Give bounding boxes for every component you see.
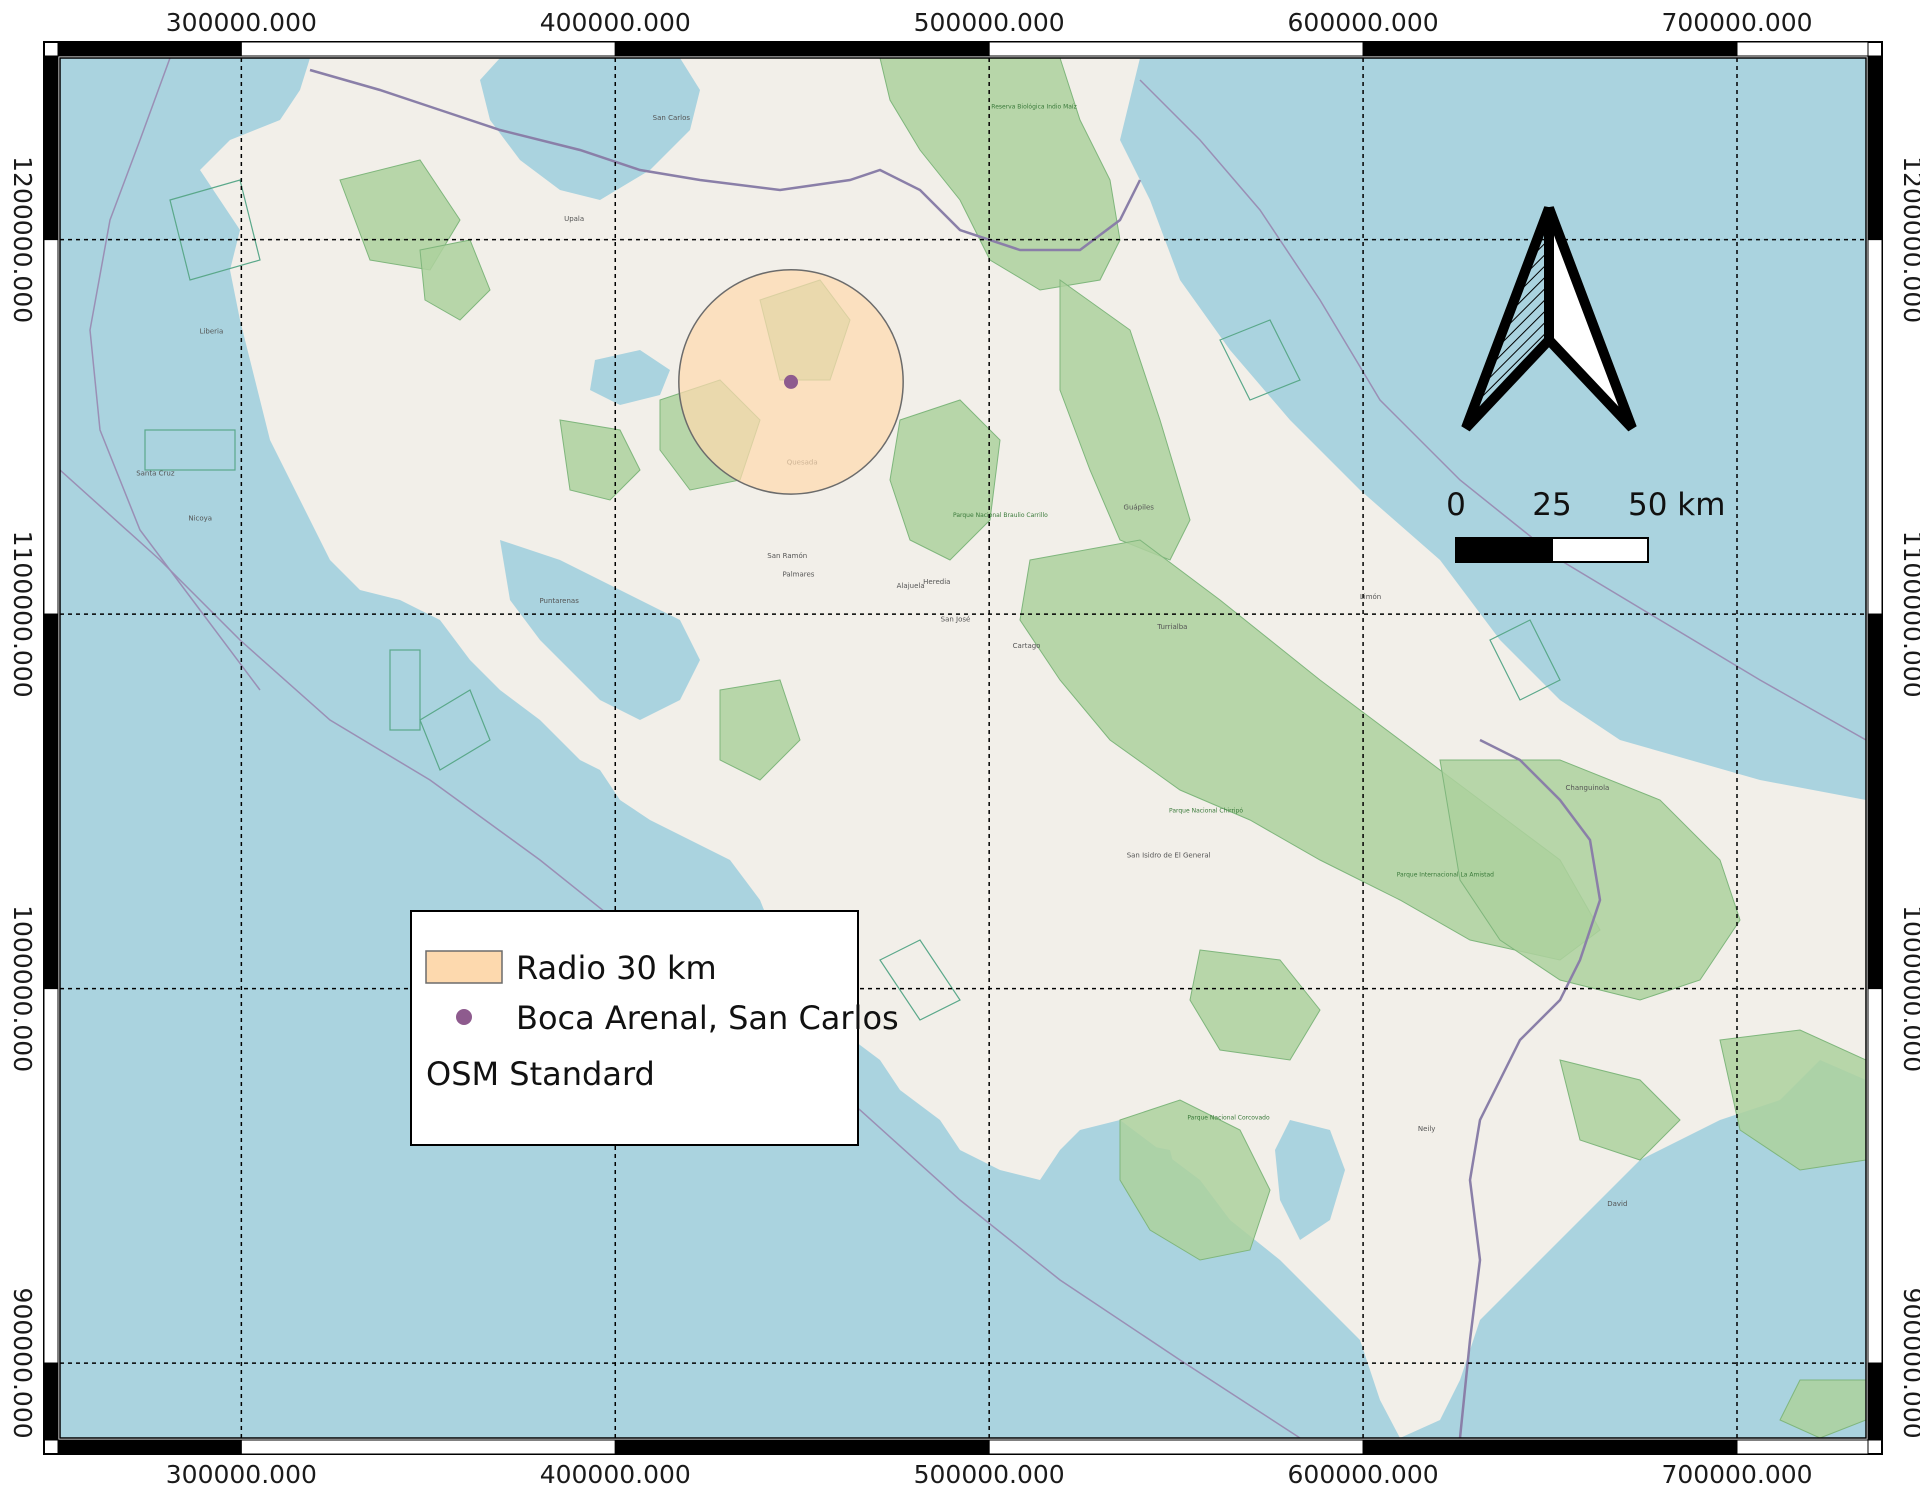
x-label-bottom-0: 300000.000 [166,1460,317,1488]
frame-bar-left-1 [43,239,59,615]
park-label-1: Parque Nacional Chirripó [1169,808,1243,815]
frame-bar-left-0 [43,55,59,241]
y-label-right-2: 1000000.000 [1898,905,1920,1072]
place-label-2: San Carlos [653,114,691,122]
map-layout: LiberiaUpalaSan CarlosQuesadaNicoyaSanta… [0,0,1920,1489]
place-label-13: Turrialba [1156,623,1187,631]
legend-label-basemap: OSM Standard [426,1055,655,1093]
place-label-10: Heredia [923,578,950,586]
frame-bar-bottom-1 [240,1439,616,1455]
frame-bar-top-1 [240,41,616,57]
frame-bar-bottom-4 [1362,1439,1738,1455]
place-label-9: Alajuela [897,582,925,590]
x-label-top-1: 400000.000 [540,8,691,37]
park-label-2: Parque Internacional La Amistad [1397,871,1494,878]
map-body: LiberiaUpalaSan CarlosQuesadaNicoyaSanta… [60,58,1866,1438]
frame-bar-left-3 [43,988,59,1364]
scale-label-25: 25 [1532,487,1571,523]
frame-bar-right-1 [1867,239,1883,615]
y-label-right-0: 1200000.000 [1898,156,1920,323]
scale-segment-white [1551,537,1649,563]
x-label-top-0: 300000.000 [166,8,317,37]
frame-bar-left-4 [43,1362,59,1441]
place-label-5: Santa Cruz [136,470,175,478]
frame-bar-top-5 [1736,41,1869,57]
place-label-12: Cartago [1013,642,1041,650]
place-label-16: Changuinola [1566,784,1610,792]
place-label-8: Palmares [783,571,815,579]
frame-bar-top-2 [614,41,990,57]
place-label-17: San Isidro de El General [1127,852,1211,860]
x-label-top-3: 600000.000 [1288,8,1439,37]
frame-bar-right-2 [1867,613,1883,990]
scale-label-50: 50 km [1628,487,1725,523]
frame-bar-bottom-2 [614,1439,990,1455]
park-label-4: Parque Nacional Braulio Carrillo [953,512,1048,519]
place-label-0: Liberia [200,327,224,335]
x-label-bottom-1: 400000.000 [540,1460,691,1488]
legend-point-swatch [456,1009,472,1025]
frame-bar-top-0 [57,41,242,57]
x-label-bottom-2: 500000.000 [914,1460,1065,1488]
place-label-4: Nicoya [188,514,212,522]
frame-bar-right-0 [1867,55,1883,241]
park-label-0: Reserva Biológica Indio Maíz [991,104,1076,111]
map-canvas[interactable]: LiberiaUpalaSan CarlosQuesadaNicoyaSanta… [0,0,1920,1489]
place-label-6: Puntarenas [539,597,579,605]
legend: Radio 30 km Boca Arenal, San Carlos OSM … [410,910,899,1146]
place-label-14: Guápiles [1124,503,1155,511]
frame-bar-bottom-3 [988,1439,1364,1455]
y-label-left-1: 1100000.000 [8,531,37,698]
frame-bar-bottom-5 [1736,1439,1869,1455]
x-label-top-4: 700000.000 [1661,8,1812,37]
y-label-right-1: 1100000.000 [1898,531,1920,698]
park-label-3: Parque Nacional Corcovado [1187,1115,1270,1122]
frame-bar-top-4 [1362,41,1738,57]
scale-label-0: 0 [1446,487,1466,523]
y-label-left-3: 900000.000 [8,1288,37,1439]
x-label-top-2: 500000.000 [914,8,1065,37]
frame-bar-left-2 [43,613,59,990]
place-label-11: San José [941,616,971,624]
y-label-left-2: 1000000.000 [8,905,37,1072]
frame-bar-bottom-0 [57,1439,242,1455]
legend-label-buffer: Radio 30 km [516,949,717,987]
frame-bar-top-3 [988,41,1364,57]
legend-label-point: Boca Arenal, San Carlos [516,999,899,1037]
place-label-18: Neily [1418,1125,1436,1133]
scale-segment-black [1456,538,1552,562]
legend-polygon-swatch [425,950,503,984]
x-label-bottom-4: 700000.000 [1661,1460,1812,1488]
y-label-right-3: 900000.000 [1898,1288,1920,1439]
y-label-left-0: 1200000.000 [8,156,37,323]
place-label-7: San Ramón [767,552,807,560]
frame-bar-right-3 [1867,988,1883,1364]
boca-arenal-point[interactable] [784,374,798,389]
frame-bar-right-4 [1867,1362,1883,1441]
x-label-bottom-3: 600000.000 [1288,1460,1439,1488]
place-label-1: Upala [564,215,584,223]
place-label-19: David [1607,1200,1627,1208]
